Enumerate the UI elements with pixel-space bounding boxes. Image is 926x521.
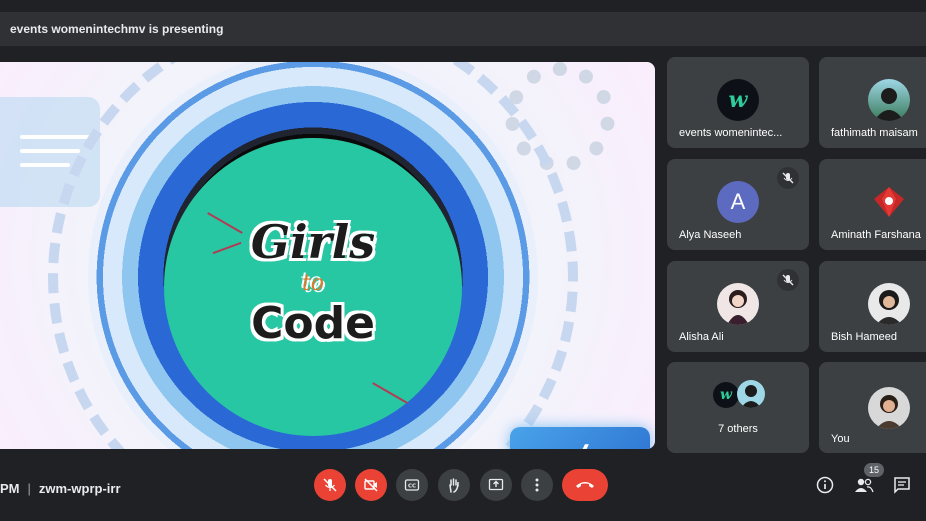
avatar [868,283,910,325]
mic-off-icon [777,269,799,291]
more-vert-icon [535,478,539,492]
avatar [868,387,910,429]
svg-text:CC: CC [408,484,416,490]
avatar: A [717,181,759,223]
mic-toggle-button[interactable] [314,469,346,501]
participant-name: 7 others [718,423,758,435]
camera-toggle-button[interactable] [355,469,387,501]
participant-tile[interactable]: Aminath Farshana [819,159,926,250]
participant-name: Alisha Ali [679,331,724,343]
meeting-details-button[interactable] [813,473,837,497]
top-strip [0,0,926,12]
shared-screen[interactable]: Girls to Code </> [0,62,655,449]
logo-to-text: to [301,271,325,296]
avatar: w [717,79,759,121]
captions-button[interactable]: CC [396,469,428,501]
participant-name: Aminath Farshana [831,229,921,241]
avatar [868,79,910,121]
participant-tile[interactable]: Alisha Ali [667,261,809,352]
presenting-banner: events womenintechmv is presenting [0,12,926,46]
clock-text: PM [0,481,20,496]
code-symbol-badge: </> [510,427,650,449]
participant-tile[interactable]: A Alya Naseeh [667,159,809,250]
raise-hand-button[interactable] [438,469,470,501]
girls-to-code-logo: Girls to Code [164,138,462,436]
avatar: w [713,382,739,408]
more-options-button[interactable] [521,469,553,501]
meeting-code: zwm-wprp-irr [38,481,121,496]
camera-off-icon [364,478,378,492]
participant-name: You [831,433,850,445]
participant-tile[interactable]: Bish Hameed [819,261,926,352]
present-screen-icon [488,478,504,491]
meeting-info: PM | zwm-wprp-irr [0,481,121,496]
participant-tile[interactable]: fathimath maisam [819,57,926,148]
people-icon [855,478,874,493]
logo-girls-text: Girls [250,215,376,269]
presenting-text: events womenintechmv is presenting [10,22,224,36]
participant-tile[interactable]: w events womenintec... [667,57,809,148]
bottom-control-bar: PM | zwm-wprp-irr CC 15 [0,459,926,521]
leave-call-button[interactable] [562,469,608,501]
logo-code-text: Code [251,298,375,349]
present-screen-button[interactable] [480,469,512,501]
avatar-letter: w [719,387,733,403]
mic-off-icon [777,167,799,189]
participant-count-badge: 15 [864,463,884,477]
participant-name: Bish Hameed [831,331,898,343]
separator: | [27,481,31,496]
participant-tile-others[interactable]: w 7 others [667,362,809,453]
chat-icon [894,477,910,494]
mic-off-icon [323,478,337,492]
avatar [717,283,759,325]
participant-name: events womenintec... [679,127,783,139]
participant-name: Alya Naseeh [679,229,742,241]
avatar-letter: A [730,189,746,214]
chat-button[interactable] [890,473,914,497]
hang-up-icon [576,482,594,488]
avatar [737,380,765,408]
info-icon [816,476,834,494]
participant-tile-self[interactable]: You [819,362,926,453]
avatar-letter: w [728,87,748,113]
closed-captions-icon: CC [404,479,420,491]
hand-icon [449,478,459,493]
avatar [868,181,910,223]
participant-name: fathimath maisam [831,127,918,139]
